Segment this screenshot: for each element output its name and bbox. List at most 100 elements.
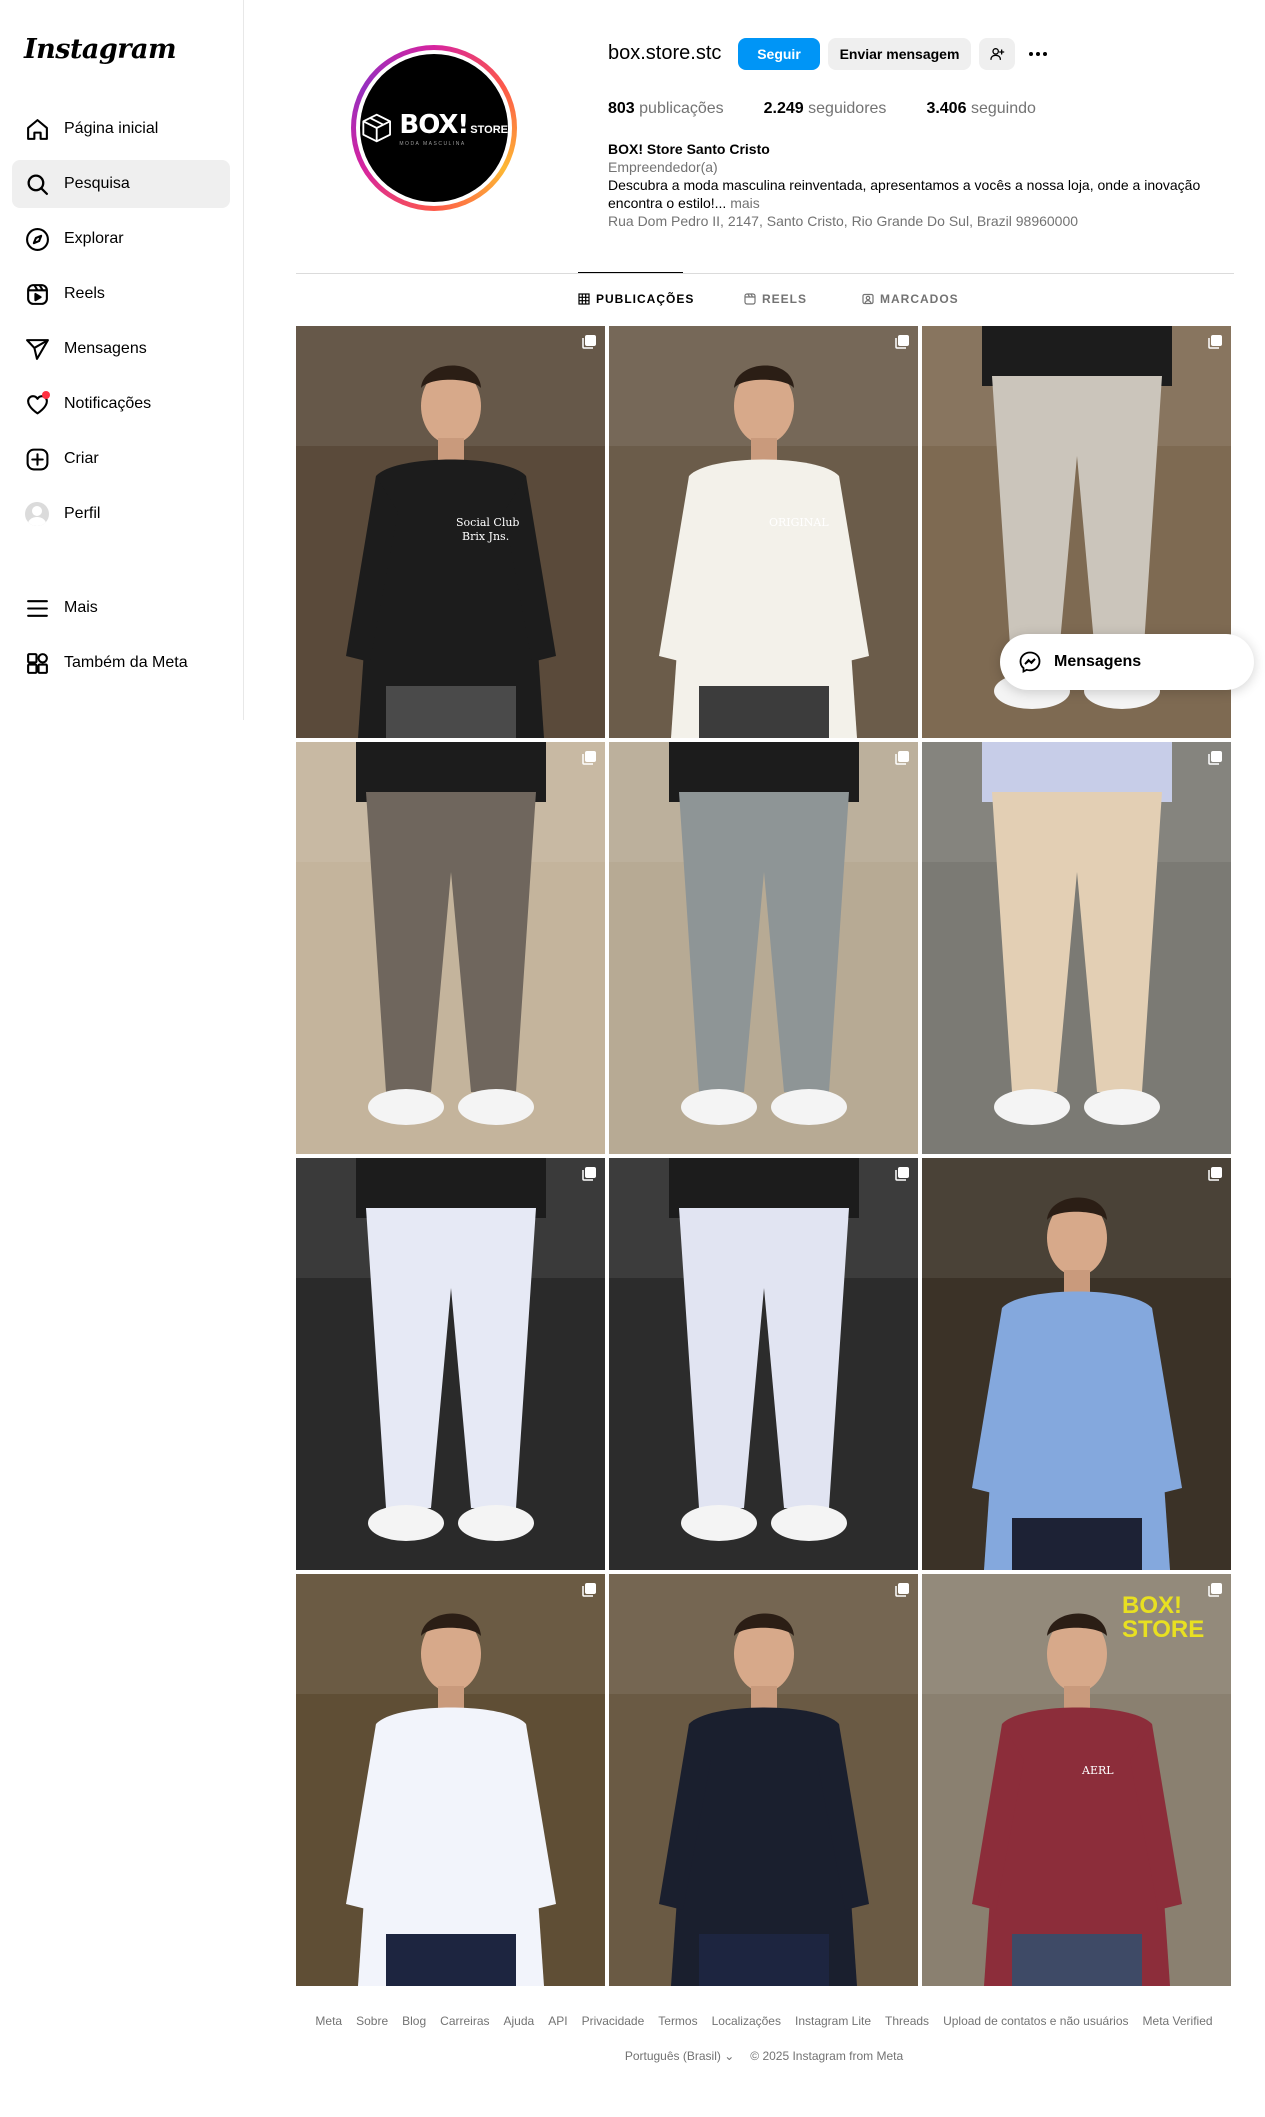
carousel-icon <box>1208 335 1222 349</box>
post-image <box>609 742 918 1154</box>
search-icon <box>24 171 50 197</box>
follow-button[interactable]: Seguir <box>738 38 820 70</box>
bio-more-link[interactable]: mais <box>730 195 760 211</box>
post-image <box>922 1158 1231 1570</box>
active-tab-indicator <box>578 272 683 273</box>
footer-link[interactable]: Sobre <box>356 2014 388 2028</box>
footer-link[interactable]: Privacidade <box>582 2014 645 2028</box>
footer-link[interactable]: API <box>548 2014 567 2028</box>
store-logo: BOX! STORE MODA MASCULINA <box>360 54 508 202</box>
post-image <box>922 742 1231 1154</box>
post-image-shape <box>699 1934 829 1986</box>
post-image <box>609 326 918 738</box>
sidebar-item-home[interactable]: Página inicial <box>12 105 230 153</box>
sidebar-item-meta[interactable]: Também da Meta <box>12 639 230 687</box>
sidebar-item-messages[interactable]: Mensagens <box>12 325 230 373</box>
profile-picture[interactable]: BOX! STORE MODA MASCULINA <box>351 45 517 211</box>
reels-icon <box>744 293 756 305</box>
post-tile[interactable] <box>922 742 1231 1154</box>
footer-link[interactable]: Instagram Lite <box>795 2014 871 2028</box>
post-tile[interactable] <box>296 1158 605 1570</box>
grid-icon <box>578 293 590 305</box>
sidebar-item-more[interactable]: Mais <box>12 584 230 632</box>
tab-tagged[interactable]: MARCADOS <box>862 292 959 306</box>
carousel-icon <box>895 1167 909 1181</box>
post-image-shape <box>1064 1686 1090 1708</box>
bio-address[interactable]: Rua Dom Pedro II, 2147, Santo Cristo, Ri… <box>608 212 1228 230</box>
post-image-shape <box>1064 1270 1090 1292</box>
post-tile[interactable]: Social Club Brix Jns. <box>296 326 605 738</box>
footer-links: Meta Sobre Blog Carreiras Ajuda API Privacidad… <box>296 2014 1232 2028</box>
copyright: © 2025 Instagram from Meta <box>750 2049 904 2063</box>
posts-count[interactable]: 803 publicações <box>608 100 724 118</box>
post-tile[interactable] <box>922 1158 1231 1570</box>
post-shirt-text: AERL <box>1082 1764 1114 1777</box>
sidebar-item-explore[interactable]: Explorar <box>12 215 230 263</box>
footer-link[interactable]: Meta Verified <box>1143 2014 1213 2028</box>
footer-link[interactable]: Localizações <box>712 2014 781 2028</box>
send-message-button[interactable]: Enviar mensagem <box>828 38 971 70</box>
notification-dot <box>42 391 50 399</box>
tab-posts[interactable]: PUBLICAÇÕES <box>578 292 694 306</box>
sidebar-item-reels[interactable]: Reels <box>12 270 230 318</box>
logo-small-text: STORE <box>470 123 508 136</box>
post-image <box>609 1158 918 1570</box>
post-tile[interactable] <box>609 742 918 1154</box>
footer-link[interactable]: Carreiras <box>440 2014 489 2028</box>
sidebar-item-label: Mensagens <box>64 340 147 357</box>
post-image-shape <box>386 686 516 738</box>
messages-floating-button[interactable]: Mensagens <box>1000 634 1254 690</box>
footer-link[interactable]: Meta <box>315 2014 342 2028</box>
sidebar-item-create[interactable]: Criar <box>12 435 230 483</box>
post-image-shape <box>1012 1934 1142 1986</box>
post-tile[interactable]: AERL BOX! STORE <box>922 1574 1231 1986</box>
sidebar-item-search[interactable]: Pesquisa <box>12 160 230 208</box>
post-tile[interactable] <box>296 1574 605 1986</box>
post-image-shape <box>386 1934 516 1986</box>
followers-count[interactable]: 2.249 seguidores <box>764 100 887 118</box>
post-image <box>609 1574 918 1986</box>
post-image <box>296 326 605 738</box>
post-tile[interactable] <box>609 1158 918 1570</box>
profile-username: box.store.stc <box>608 42 722 64</box>
plus-square-icon <box>24 446 50 472</box>
footer-link[interactable]: Blog <box>402 2014 426 2028</box>
logo-tagline: MODA MASCULINA <box>399 140 466 147</box>
more-options-icon[interactable] <box>1024 42 1052 66</box>
footer-link[interactable]: Ajuda <box>504 2014 535 2028</box>
sidebar-item-label: Notificações <box>64 395 152 412</box>
profile-stats: 803 publicações 2.249 seguidores 3.406 s… <box>608 100 1076 118</box>
suggest-user-button[interactable] <box>979 38 1015 70</box>
post-image-shape <box>699 686 829 738</box>
sidebar-item-label: Perfil <box>64 505 101 522</box>
add-person-icon <box>990 48 1005 60</box>
post-image-shape <box>681 1089 757 1125</box>
sidebar-item-notifications[interactable]: Notificações <box>12 380 230 428</box>
post-tile[interactable] <box>296 742 605 1154</box>
post-image <box>296 1158 605 1570</box>
bio-name: BOX! Store Santo Cristo <box>608 141 770 157</box>
language-selector[interactable]: Português (Brasil) ⌄ <box>625 2049 734 2063</box>
carousel-icon <box>582 751 596 765</box>
avatar <box>25 502 49 526</box>
carousel-icon <box>895 751 909 765</box>
menu-icon <box>24 595 50 621</box>
sidebar-item-profile[interactable]: Perfil <box>12 490 230 538</box>
following-count[interactable]: 3.406 seguindo <box>926 100 1035 118</box>
sidebar-item-label: Criar <box>64 450 99 467</box>
post-tile[interactable] <box>609 1574 918 1986</box>
post-image-shape <box>458 1089 534 1125</box>
cube-icon <box>362 113 391 143</box>
post-shirt-text-2: Brix Jns. <box>462 530 510 543</box>
footer-link[interactable]: Termos <box>658 2014 697 2028</box>
tab-reels[interactable]: REELS <box>744 292 807 306</box>
carousel-icon <box>895 1583 909 1597</box>
tagged-icon <box>862 293 874 305</box>
footer-link[interactable]: Threads <box>885 2014 929 2028</box>
sidebar: Instagram Página inicial Pesquisa Explor… <box>0 0 244 720</box>
footer-link[interactable]: Upload de contatos e não usuários <box>943 2014 1128 2028</box>
messenger-icon <box>1019 651 1041 674</box>
instagram-logo[interactable]: Instagram <box>24 34 177 65</box>
post-tile[interactable]: ORIGINAL <box>609 326 918 738</box>
carousel-icon <box>895 335 909 349</box>
